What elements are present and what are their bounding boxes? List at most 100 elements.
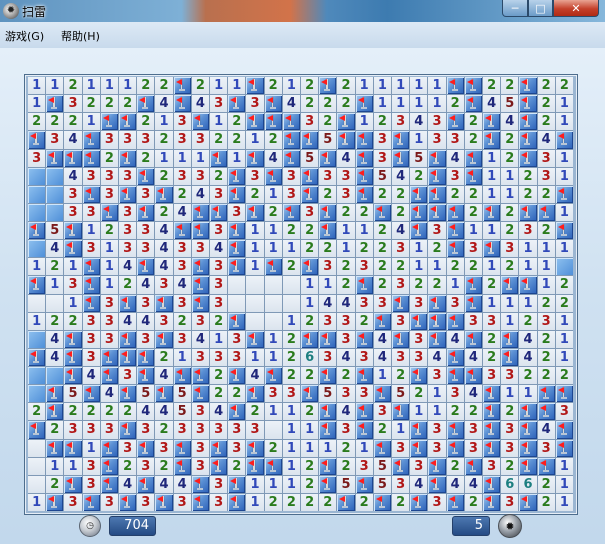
number-cell[interactable]: 2 — [210, 167, 228, 185]
number-cell[interactable]: 1 — [410, 95, 428, 113]
flagged-cell[interactable] — [100, 348, 118, 366]
number-cell[interactable]: 2 — [301, 457, 319, 475]
flagged-cell[interactable] — [446, 222, 464, 240]
number-cell[interactable]: 3 — [355, 294, 373, 312]
number-cell[interactable]: 2 — [46, 312, 64, 330]
number-cell[interactable]: 3 — [173, 493, 191, 511]
number-cell[interactable]: 1 — [46, 457, 64, 475]
number-cell[interactable]: 1 — [282, 457, 300, 475]
number-cell[interactable]: 1 — [355, 113, 373, 131]
flagged-cell[interactable] — [537, 457, 555, 475]
empty-cell[interactable] — [46, 294, 64, 312]
flagged-cell[interactable] — [483, 385, 501, 403]
number-cell[interactable]: 4 — [137, 403, 155, 421]
number-cell[interactable]: 2 — [537, 77, 555, 95]
empty-cell[interactable] — [28, 439, 46, 457]
number-cell[interactable]: 2 — [64, 77, 82, 95]
number-cell[interactable]: 2 — [337, 439, 355, 457]
number-cell[interactable]: 2 — [282, 258, 300, 276]
flagged-cell[interactable] — [82, 385, 100, 403]
flagged-cell[interactable] — [64, 475, 82, 493]
flagged-cell[interactable] — [210, 457, 228, 475]
covered-cell[interactable] — [28, 330, 46, 348]
flagged-cell[interactable] — [64, 149, 82, 167]
number-cell[interactable]: 3 — [210, 222, 228, 240]
number-cell[interactable]: 1 — [410, 77, 428, 95]
number-cell[interactable]: 3 — [64, 95, 82, 113]
flagged-cell[interactable] — [319, 222, 337, 240]
number-cell[interactable]: 2 — [537, 330, 555, 348]
empty-cell[interactable] — [264, 276, 282, 294]
number-cell[interactable]: 2 — [82, 403, 100, 421]
number-cell[interactable]: 2 — [137, 77, 155, 95]
number-cell[interactable]: 3 — [210, 294, 228, 312]
flagged-cell[interactable] — [446, 493, 464, 511]
flagged-cell[interactable] — [282, 203, 300, 221]
number-cell[interactable]: 4 — [155, 258, 173, 276]
flagged-cell[interactable] — [392, 294, 410, 312]
number-cell[interactable]: 1 — [282, 403, 300, 421]
flagged-cell[interactable] — [428, 294, 446, 312]
flagged-cell[interactable] — [446, 421, 464, 439]
number-cell[interactable]: 3 — [173, 131, 191, 149]
number-cell[interactable]: 1 — [501, 185, 519, 203]
flagged-cell[interactable] — [428, 330, 446, 348]
number-cell[interactable]: 3 — [464, 439, 482, 457]
flagged-cell[interactable] — [155, 330, 173, 348]
flagged-cell[interactable] — [373, 493, 391, 511]
number-cell[interactable]: 2 — [537, 222, 555, 240]
number-cell[interactable]: 3 — [355, 385, 373, 403]
flagged-cell[interactable] — [555, 439, 573, 457]
number-cell[interactable]: 3 — [119, 240, 137, 258]
number-cell[interactable]: 3 — [464, 421, 482, 439]
number-cell[interactable]: 1 — [483, 222, 501, 240]
flagged-cell[interactable] — [137, 203, 155, 221]
covered-cell[interactable] — [28, 203, 46, 221]
number-cell[interactable]: 1 — [210, 113, 228, 131]
number-cell[interactable]: 3 — [137, 493, 155, 511]
number-cell[interactable]: 4 — [173, 475, 191, 493]
number-cell[interactable]: 3 — [137, 330, 155, 348]
number-cell[interactable]: 3 — [392, 348, 410, 366]
number-cell[interactable]: 3 — [428, 222, 446, 240]
flagged-cell[interactable] — [210, 149, 228, 167]
flagged-cell[interactable] — [519, 439, 537, 457]
flagged-cell[interactable] — [337, 131, 355, 149]
number-cell[interactable]: 6 — [301, 348, 319, 366]
number-cell[interactable]: 2 — [137, 113, 155, 131]
number-cell[interactable]: 4 — [155, 475, 173, 493]
number-cell[interactable]: 5 — [501, 95, 519, 113]
number-cell[interactable]: 4 — [519, 330, 537, 348]
number-cell[interactable]: 3 — [82, 312, 100, 330]
number-cell[interactable]: 4 — [446, 149, 464, 167]
flagged-cell[interactable] — [119, 185, 137, 203]
number-cell[interactable]: 3 — [191, 439, 209, 457]
number-cell[interactable]: 4 — [155, 95, 173, 113]
flagged-cell[interactable] — [355, 167, 373, 185]
number-cell[interactable]: 1 — [264, 222, 282, 240]
flagged-cell[interactable] — [119, 421, 137, 439]
flagged-cell[interactable] — [410, 203, 428, 221]
number-cell[interactable]: 3 — [64, 493, 82, 511]
number-cell[interactable]: 2 — [501, 403, 519, 421]
flagged-cell[interactable] — [464, 294, 482, 312]
number-cell[interactable]: 1 — [173, 149, 191, 167]
number-cell[interactable]: 1 — [483, 294, 501, 312]
number-cell[interactable]: 2 — [337, 258, 355, 276]
number-cell[interactable]: 5 — [319, 131, 337, 149]
number-cell[interactable]: 2 — [119, 457, 137, 475]
number-cell[interactable]: 2 — [373, 240, 391, 258]
empty-cell[interactable] — [28, 457, 46, 475]
flagged-cell[interactable] — [555, 185, 573, 203]
number-cell[interactable]: 2 — [282, 348, 300, 366]
number-cell[interactable]: 1 — [519, 385, 537, 403]
number-cell[interactable]: 3 — [210, 475, 228, 493]
number-cell[interactable]: 3 — [210, 276, 228, 294]
number-cell[interactable]: 3 — [392, 240, 410, 258]
number-cell[interactable]: 5 — [373, 457, 391, 475]
number-cell[interactable]: 3 — [501, 367, 519, 385]
number-cell[interactable]: 3 — [410, 348, 428, 366]
number-cell[interactable]: 3 — [64, 185, 82, 203]
flagged-cell[interactable] — [119, 113, 137, 131]
number-cell[interactable]: 1 — [264, 403, 282, 421]
